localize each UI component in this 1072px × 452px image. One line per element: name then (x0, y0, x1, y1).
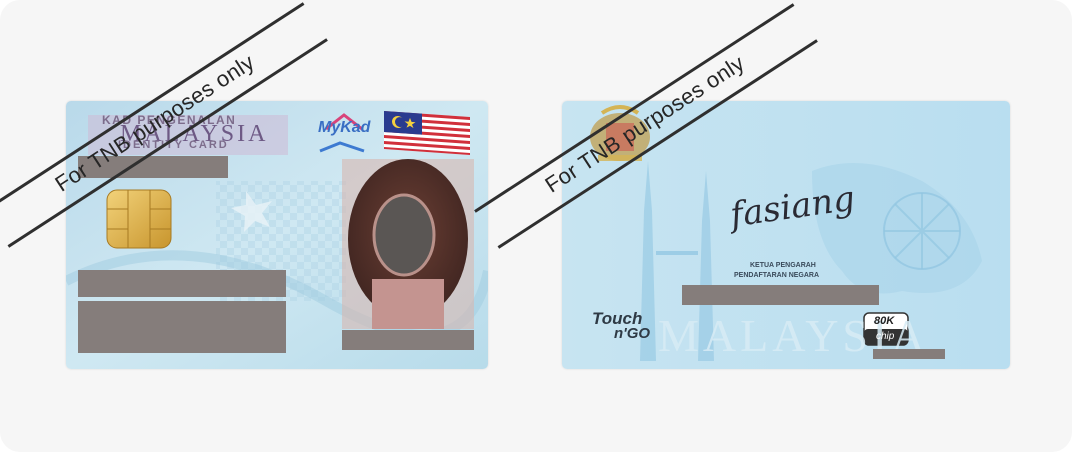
ic-card-front: KAD PENGENALAN MALAYSIA IDENTITY CARD My… (66, 101, 488, 369)
id-photo (342, 159, 474, 329)
document-panel: KAD PENGENALAN MALAYSIA IDENTITY CARD My… (0, 0, 1072, 452)
redaction-bar (342, 330, 474, 350)
redaction-bar (873, 349, 945, 359)
card-title-line3: IDENTITY CARD (118, 139, 229, 151)
smartcard-chip-icon (106, 189, 172, 249)
redaction-bar (78, 270, 286, 297)
mykad-brand: MyKad (318, 119, 371, 136)
signatory-title-line1: KETUA PENGARAH (750, 262, 816, 269)
redaction-bar (78, 156, 228, 178)
redaction-bar (78, 301, 286, 353)
ic-card-back: fasiang KETUA PENGARAH PENDAFTARAN NEGAR… (562, 101, 1010, 369)
chip-capacity: 80K (874, 315, 895, 327)
chip-label: chip (876, 331, 895, 342)
redaction-bar (682, 285, 879, 305)
signatory-title-line2: PENDAFTARAN NEGARA (734, 272, 820, 279)
malaysia-flag-icon (384, 111, 470, 155)
touch-n-go-logo-line2: n'GO (614, 325, 651, 342)
